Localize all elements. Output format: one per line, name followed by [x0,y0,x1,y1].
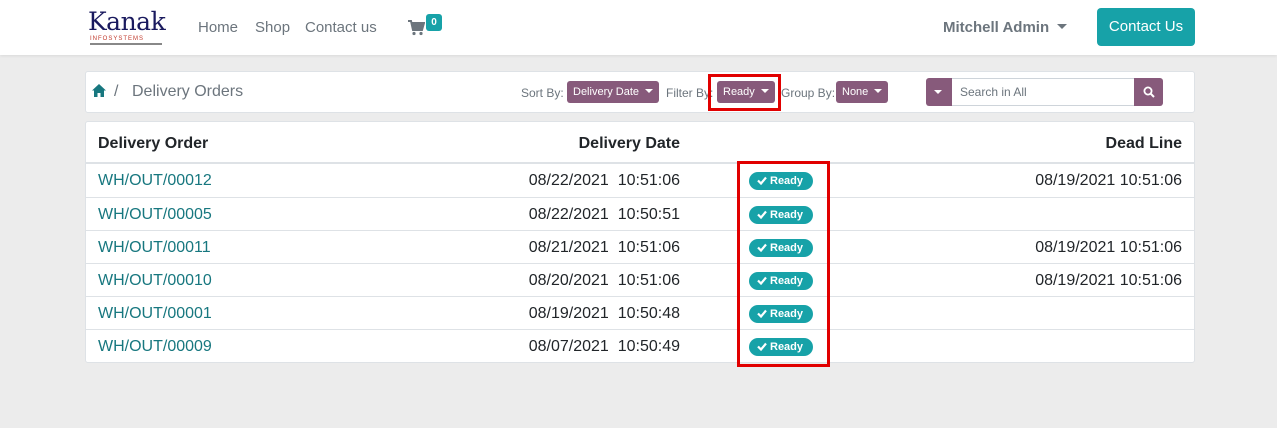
table-row: WH/OUT/00005 08/22/2021 10:50:51 Ready [86,197,1194,230]
delivery-date: 08/22/2021 10:51:06 [528,172,680,189]
delivery-orders-table: Delivery Order Delivery Date Dead Line W… [85,121,1195,363]
column-header-order[interactable]: Delivery Order [98,134,208,153]
group-value: None [842,86,869,98]
column-header-deadline[interactable]: Dead Line [1106,134,1182,153]
search-options-button[interactable] [926,78,952,106]
delivery-order-link[interactable]: WH/OUT/00010 [98,271,212,290]
delivery-date: 08/19/2021 10:50:48 [528,305,680,322]
delivery-order-link[interactable]: WH/OUT/00005 [98,205,212,224]
caret-down-icon [934,90,942,94]
user-menu[interactable]: Mitchell Admin [943,19,1068,37]
table-row: WH/OUT/00011 08/21/2021 10:51:06 Ready 08/1… [86,230,1194,263]
sort-label: Sort By: [521,86,564,100]
breadcrumb-separator: / [114,83,119,100]
table-row: WH/OUT/00001 08/19/2021 10:50:48 Ready [86,296,1194,329]
delivery-date: 08/07/2021 10:50:49 [528,338,680,355]
nav-link-home[interactable]: Home [198,19,238,37]
deadline: 08/19/2021 10:51:06 [1035,272,1182,289]
caret-down-icon [874,89,883,94]
logo-subtext: INFOSYSTEMS [90,36,145,42]
search-input[interactable]: Search in All [952,78,1135,106]
table-row: WH/OUT/00012 08/22/2021 10:51:06 Ready 08/1… [86,164,1194,197]
sort-dropdown[interactable]: Delivery Date [567,81,660,103]
table-row: WH/OUT/00010 08/20/2021 10:51:06 Ready 08/1… [86,263,1194,296]
caret-down-icon [645,89,654,94]
nav-link-contact[interactable]: Contact us [305,19,377,37]
sort-value: Delivery Date [573,86,640,98]
filter-label: Filter By: [666,86,714,100]
logo-tagline-bar [90,43,162,45]
delivery-date: 08/22/2021 10:50:51 [528,206,680,223]
nav-link-shop[interactable]: Shop [255,19,290,37]
cart-count-badge: 0 [426,14,442,31]
group-label: Group By: [781,86,836,100]
control-bar: / Delivery Orders Sort By: Delivery Date… [85,71,1195,113]
status-column-highlight-box [737,161,830,367]
home-icon[interactable] [92,84,106,98]
contact-us-button[interactable]: Contact Us [1097,8,1195,46]
company-logo[interactable]: Kanak INFOSYSTEMS [88,9,166,47]
filter-highlight-box [708,74,781,111]
delivery-date: 08/20/2021 10:51:06 [528,272,680,289]
top-navbar: Kanak INFOSYSTEMS Home Shop Contact us 0… [0,0,1277,55]
delivery-order-link[interactable]: WH/OUT/00012 [98,171,212,190]
delivery-order-link[interactable]: WH/OUT/00009 [98,337,212,356]
table-row: WH/OUT/00009 08/07/2021 10:50:49 Ready [86,329,1194,362]
breadcrumb-title: Delivery Orders [132,83,244,100]
column-header-date[interactable]: Delivery Date [579,134,680,153]
deadline: 08/19/2021 10:51:06 [1035,239,1182,256]
search-button[interactable] [1134,78,1163,106]
delivery-order-link[interactable]: WH/OUT/00011 [98,238,211,257]
delivery-order-link[interactable]: WH/OUT/00001 [98,304,212,323]
search-icon [1143,86,1155,98]
user-name: Mitchell Admin [943,19,1050,36]
logo-wordmark: Kanak [88,7,166,36]
delivery-date: 08/21/2021 10:51:06 [528,239,680,256]
group-dropdown[interactable]: None [836,81,889,103]
cart-icon[interactable] [408,20,426,36]
deadline: 08/19/2021 10:51:06 [1035,172,1182,189]
caret-down-icon [1057,24,1068,30]
